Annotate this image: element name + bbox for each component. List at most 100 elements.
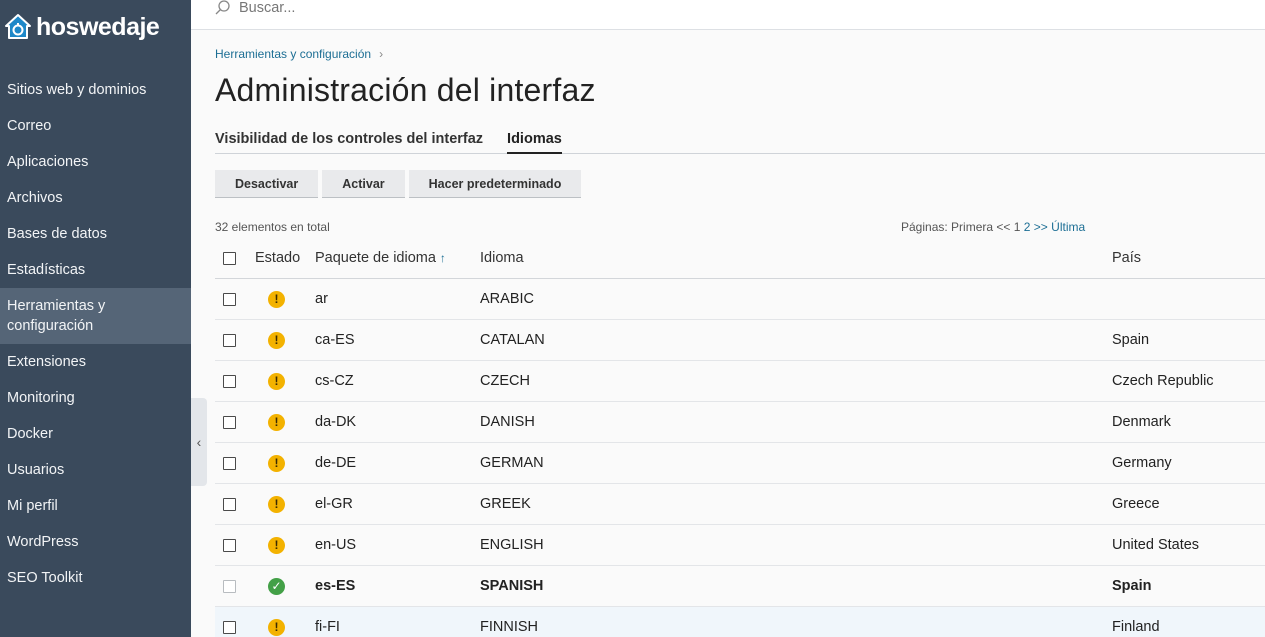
row-checkbox[interactable] [223, 375, 236, 388]
table-row[interactable]: ! ar ARABIC [215, 279, 1265, 320]
pager-page-1: 1 [1013, 220, 1021, 234]
sidebar-item-aplicaciones[interactable]: Aplicaciones [0, 144, 191, 180]
sidebar-item-docker[interactable]: Docker [0, 416, 191, 452]
cell-paquete: ar [315, 291, 328, 307]
cell-paquete: de-DE [315, 455, 357, 471]
sidebar-item-extensiones[interactable]: Extensiones [0, 344, 191, 380]
tab-idiomas[interactable]: Idiomas [507, 126, 562, 154]
table-header-row: Estado Paquete de idioma ↑ Idioma País [215, 238, 1265, 279]
row-checkbox [223, 580, 236, 593]
cell-paquete: en-US [315, 537, 357, 553]
cell-idioma: GERMAN [480, 455, 544, 471]
cell-pais: United States [1112, 537, 1200, 553]
cell-idioma: GREEK [480, 496, 531, 512]
column-header-pais[interactable]: País [1112, 238, 1141, 278]
sidebar-item-seo-toolkit[interactable]: SEO Toolkit [0, 560, 191, 596]
column-header-estado[interactable]: Estado [255, 238, 300, 278]
row-checkbox[interactable] [223, 293, 236, 306]
top-search-bar [191, 0, 1265, 30]
sidebar-item-sitios[interactable]: Sitios web y dominios [0, 72, 191, 108]
make-default-button[interactable]: Hacer predeterminado [408, 170, 582, 198]
sidebar-item-estadisticas[interactable]: Estadísticas [0, 252, 191, 288]
search-icon [215, 0, 231, 16]
cell-idioma: ENGLISH [480, 537, 544, 553]
pager-prefix: Páginas: Primera << [901, 220, 1011, 234]
column-header-idioma[interactable]: Idioma [480, 238, 524, 278]
breadcrumb-link-herramientas[interactable]: Herramientas y configuración [215, 47, 371, 61]
sidebar-item-correo[interactable]: Correo [0, 108, 191, 144]
row-checkbox[interactable] [223, 539, 236, 552]
select-all-checkbox[interactable] [223, 252, 236, 265]
cell-paquete: fi-FI [315, 619, 340, 635]
sort-ascending-icon: ↑ [439, 251, 446, 265]
table-row[interactable]: ! el-GR GREEK Greece [215, 484, 1265, 525]
cell-pais: Germany [1112, 455, 1172, 471]
pager-last[interactable]: Última [1051, 220, 1085, 234]
table-row[interactable]: ✓ es-ES SPANISH Spain [215, 566, 1265, 607]
warning-icon: ! [268, 496, 285, 513]
table-row[interactable]: ! da-DK DANISH Denmark [215, 402, 1265, 443]
check-circle-icon: ✓ [268, 578, 285, 595]
table-row[interactable]: ! fi-FI FINNISH Finland [215, 607, 1265, 637]
cell-pais: Denmark [1112, 414, 1171, 430]
cell-pais: Spain [1112, 578, 1152, 594]
warning-icon: ! [268, 414, 285, 431]
row-checkbox[interactable] [223, 621, 236, 634]
deactivate-button[interactable]: Desactivar [215, 170, 319, 198]
table-row[interactable]: ! ca-ES CATALAN Spain [215, 320, 1265, 361]
breadcrumb: Herramientas y configuración › [215, 47, 383, 61]
row-checkbox[interactable] [223, 498, 236, 511]
table-row[interactable]: ! de-DE GERMAN Germany [215, 443, 1265, 484]
sidebar-item-herramientas[interactable]: Herramientas y configuración [0, 288, 191, 344]
warning-icon: ! [268, 291, 285, 308]
cell-pais: Czech Republic [1112, 373, 1214, 389]
warning-icon: ! [268, 619, 285, 636]
sidebar-item-monitoring[interactable]: Monitoring [0, 380, 191, 416]
row-checkbox[interactable] [223, 334, 236, 347]
warning-icon: ! [268, 332, 285, 349]
cell-idioma: CZECH [480, 373, 530, 389]
cell-paquete: ca-ES [315, 332, 355, 348]
cell-idioma: ARABIC [480, 291, 534, 307]
row-checkbox[interactable] [223, 416, 236, 429]
cell-paquete: es-ES [315, 578, 356, 594]
sidebar-item-usuarios[interactable]: Usuarios [0, 452, 191, 488]
cell-paquete: da-DK [315, 414, 357, 430]
languages-table: Estado Paquete de idioma ↑ Idioma País ! a… [215, 238, 1265, 637]
house-logo-icon [4, 13, 32, 41]
sidebar-collapse-button[interactable]: ‹ [191, 398, 207, 486]
cell-idioma: CATALAN [480, 332, 545, 348]
tab-visibilidad[interactable]: Visibilidad de los controles del interfa… [215, 126, 483, 154]
toolbar: Desactivar Activar Hacer predeterminado [215, 170, 585, 198]
cell-paquete: el-GR [315, 496, 353, 512]
sidebar-item-bases-de-datos[interactable]: Bases de datos [0, 216, 191, 252]
cell-idioma: DANISH [480, 414, 535, 430]
brand-logo[interactable]: hoswedaje [4, 10, 160, 44]
pager-next[interactable]: >> [1034, 220, 1048, 234]
pager-page-2[interactable]: 2 [1024, 220, 1031, 234]
activate-button[interactable]: Activar [322, 170, 405, 198]
pagination: Páginas: Primera << 1 2 >> Última [901, 220, 1085, 234]
sidebar-nav: Sitios web y dominios Correo Aplicacione… [0, 72, 191, 596]
sidebar-item-mi-perfil[interactable]: Mi perfil [0, 488, 191, 524]
cell-pais: Finland [1112, 619, 1160, 635]
tab-bar: Visibilidad de los controles del interfa… [215, 126, 1265, 154]
sidebar-item-wordpress[interactable]: WordPress [0, 524, 191, 560]
brand-name: hoswedaje [36, 12, 160, 41]
sidebar-item-archivos[interactable]: Archivos [0, 180, 191, 216]
page-title: Administración del interfaz [215, 72, 596, 108]
chevron-left-icon: ‹ [196, 434, 202, 450]
table-row[interactable]: ! en-US ENGLISH United States [215, 525, 1265, 566]
column-header-paquete[interactable]: Paquete de idioma ↑ [315, 238, 446, 278]
sidebar: hoswedaje Sitios web y dominios Correo A… [0, 0, 191, 637]
search-input[interactable] [239, 0, 839, 18]
warning-icon: ! [268, 373, 285, 390]
cell-pais: Spain [1112, 332, 1150, 348]
cell-paquete: cs-CZ [315, 373, 354, 389]
chevron-right-icon: › [379, 47, 384, 61]
table-body: ! ar ARABIC! ca-ES CATALAN Spain! cs-CZ CZECH Cz… [215, 279, 1265, 637]
row-checkbox[interactable] [223, 457, 236, 470]
table-row[interactable]: ! cs-CZ CZECH Czech Republic [215, 361, 1265, 402]
warning-icon: ! [268, 455, 285, 472]
warning-icon: ! [268, 537, 285, 554]
